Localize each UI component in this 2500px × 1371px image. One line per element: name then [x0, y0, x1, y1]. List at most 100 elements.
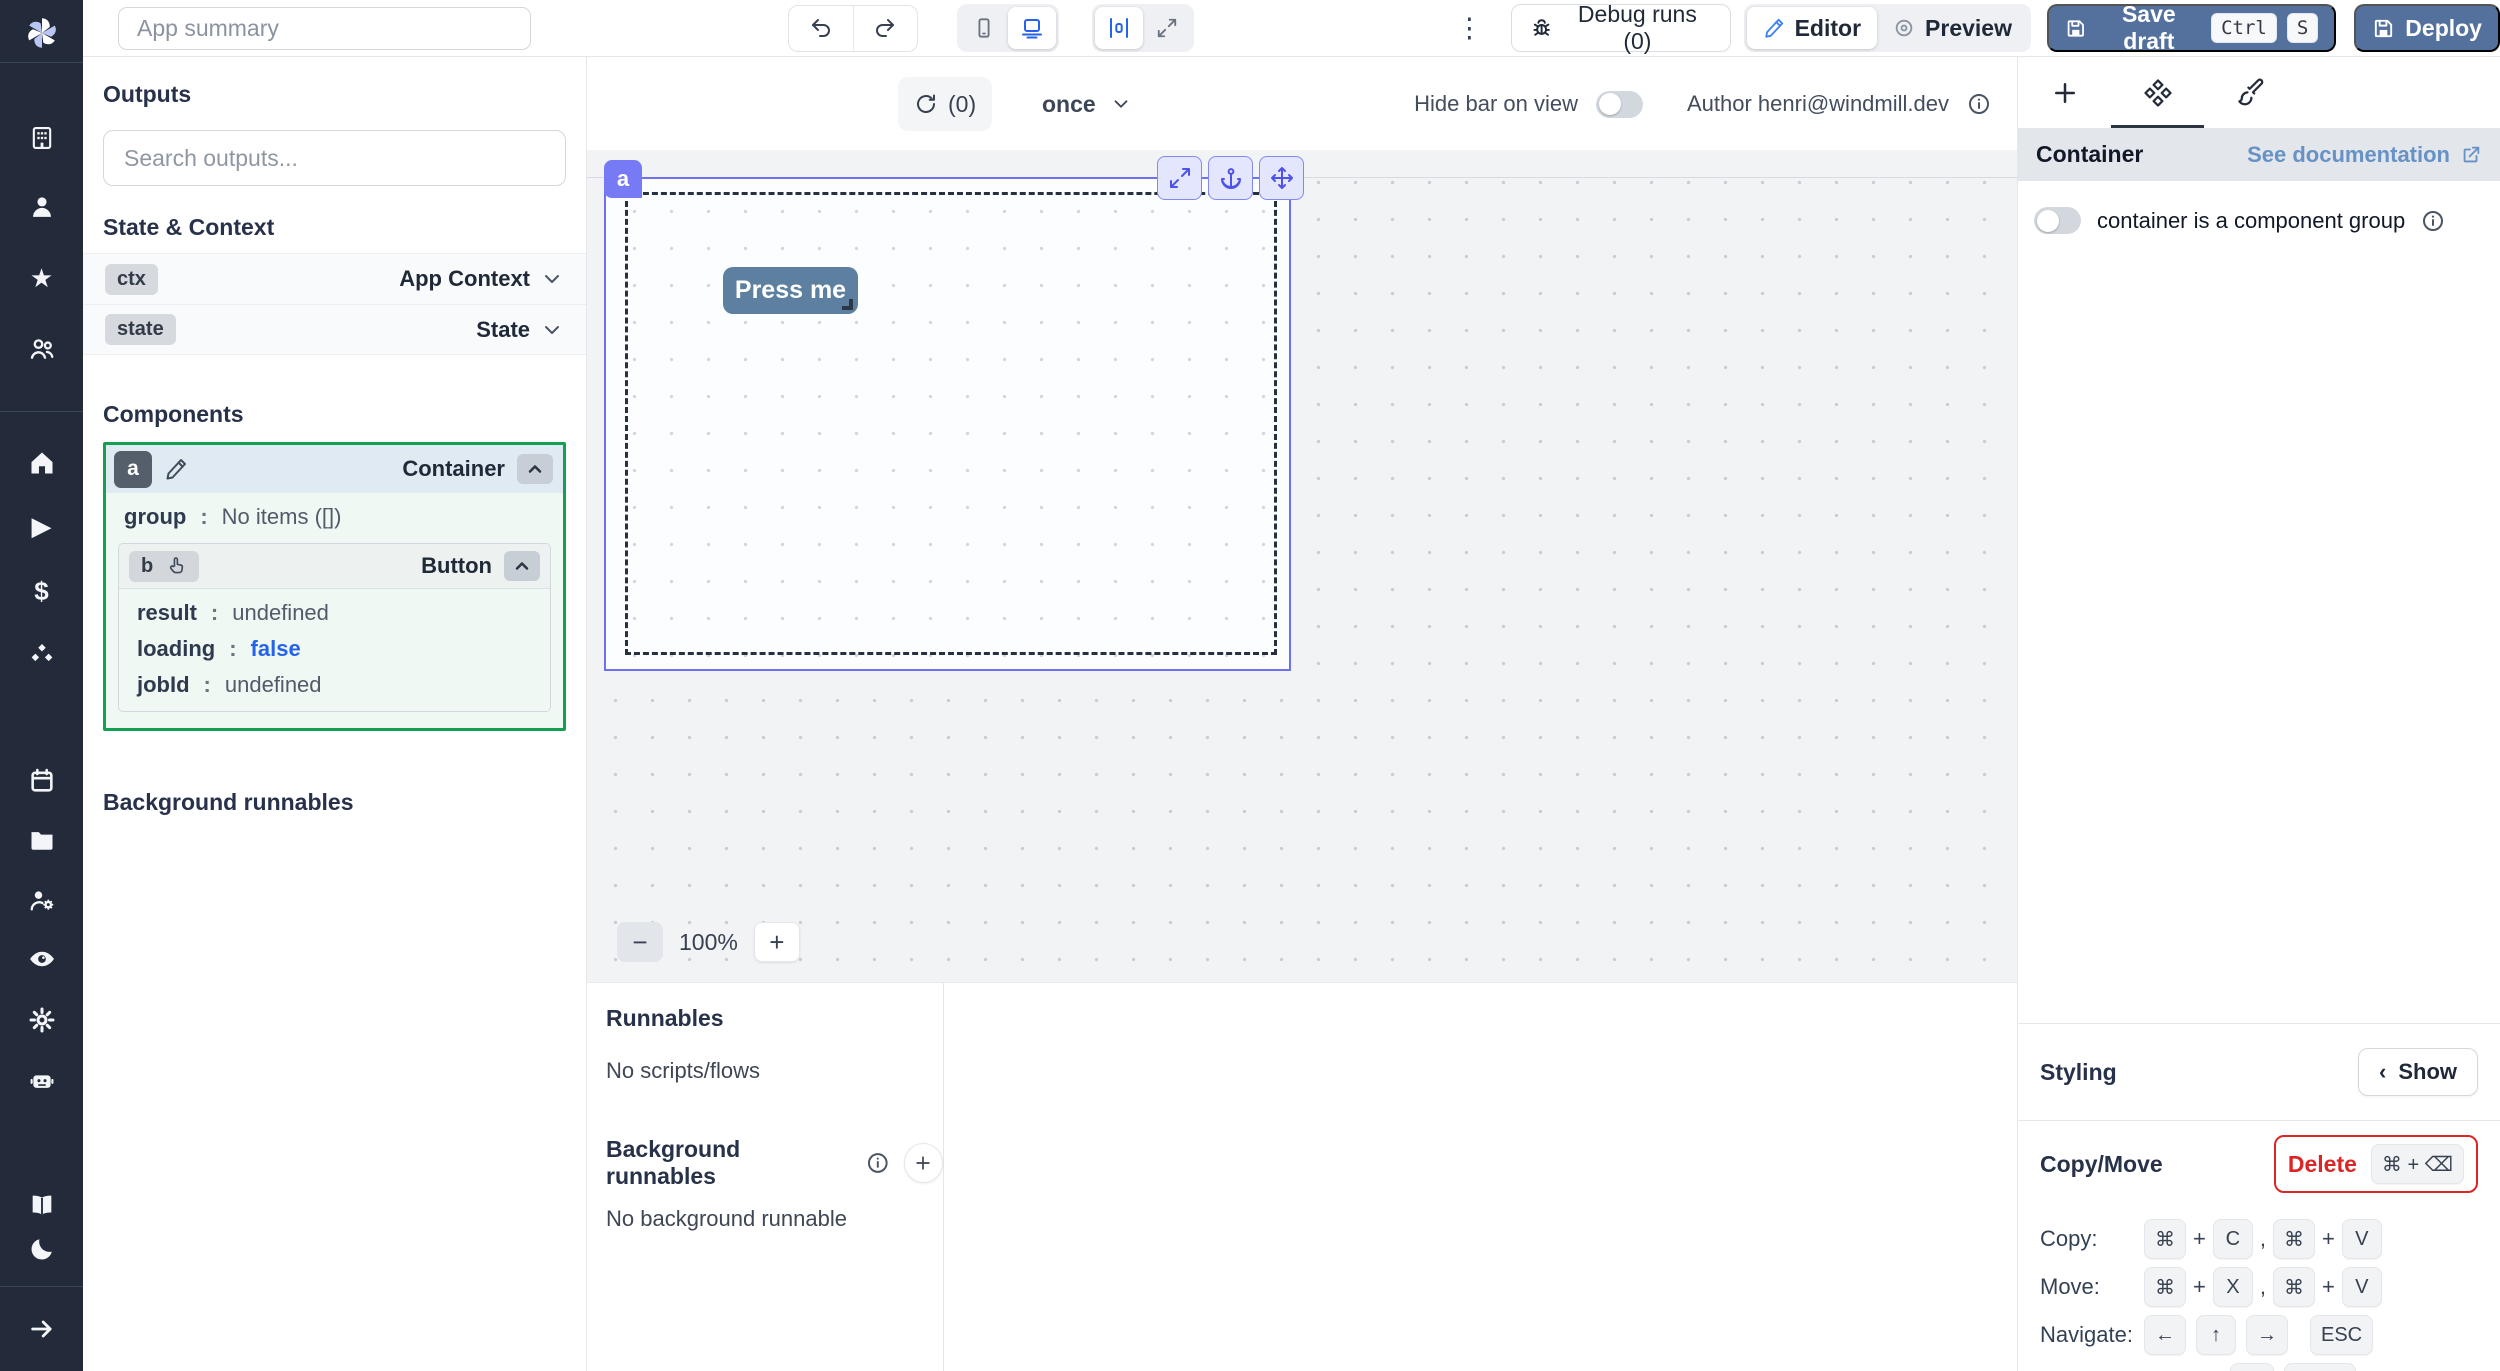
resources-cubes-icon[interactable]	[28, 641, 56, 669]
tab-editor[interactable]: Editor	[1747, 7, 1877, 49]
chevron-down-icon[interactable]	[540, 267, 564, 291]
canvas-grid[interactable]: a Press me − 100% +	[587, 150, 2017, 982]
tab-styling[interactable]	[2204, 57, 2297, 128]
info-icon[interactable]	[2421, 209, 2445, 233]
favorites-star-icon[interactable]: ★	[28, 264, 56, 292]
zoom-level: 100%	[679, 929, 738, 956]
redo-button[interactable]	[853, 6, 917, 51]
move-component-button[interactable]	[1259, 156, 1304, 200]
user-icon[interactable]	[28, 193, 56, 221]
prop-jobid[interactable]: jobId:undefined	[119, 667, 550, 703]
anchor-component-button[interactable]	[1208, 156, 1253, 200]
info-icon[interactable]	[1967, 92, 1991, 116]
state-row[interactable]: state State	[83, 304, 586, 355]
ai-robot-icon[interactable]	[28, 1066, 56, 1094]
container-component-header[interactable]: a Container	[106, 445, 563, 493]
windmill-logo-icon[interactable]	[21, 12, 63, 54]
workers-users-gear-icon[interactable]	[28, 886, 56, 914]
add-background-runnable-button[interactable]	[904, 1143, 943, 1183]
component-type-title: Container	[2036, 141, 2143, 168]
chevron-down-icon[interactable]	[540, 318, 564, 342]
ctx-label: App Context	[399, 266, 530, 292]
expand-component-button[interactable]	[1157, 156, 1202, 200]
esc-key: ESC	[2310, 1315, 2373, 1355]
refresh-all-button[interactable]: (0)	[898, 77, 992, 131]
schedules-calendar-icon[interactable]	[28, 767, 56, 795]
prop-result[interactable]: result:undefined	[119, 595, 550, 631]
container-group-prop[interactable]: group : No items ([])	[106, 493, 563, 541]
tab-preview[interactable]: Preview	[1877, 7, 2028, 49]
container-drop-zone[interactable]	[625, 192, 1277, 655]
state-badge: state	[105, 314, 176, 345]
debug-runs-button[interactable]: Debug runs (0)	[1511, 4, 1731, 52]
see-documentation-link[interactable]: See documentation	[2247, 142, 2482, 168]
navigate-shortcut-row: Navigate: ← ↑ → ESC	[2040, 1315, 2478, 1355]
prop-loading[interactable]: loading:false	[119, 631, 550, 667]
hide-bar-toggle[interactable]	[1596, 91, 1643, 118]
audit-eye-icon[interactable]	[28, 945, 56, 973]
show-styling-button[interactable]: ‹ Show	[2358, 1048, 2478, 1096]
no-background-label: No background runnable	[606, 1206, 943, 1232]
partial-key	[2230, 1363, 2274, 1371]
tab-component-settings[interactable]	[2111, 57, 2204, 128]
variables-dollar-icon[interactable]: $	[28, 577, 56, 605]
delete-component-button[interactable]: Delete ⌘ + ⌫	[2274, 1135, 2478, 1193]
windmill-app-editor: ★ ▶ $	[0, 0, 2500, 1371]
container-component-a[interactable]: a Press me	[604, 177, 1291, 671]
external-link-icon	[2460, 144, 2482, 166]
save-draft-button[interactable]: Save draft Ctrl S	[2047, 4, 2336, 52]
mobile-view-button[interactable]	[960, 7, 1008, 49]
home-icon[interactable]	[28, 449, 56, 477]
collapse-button[interactable]	[504, 551, 540, 581]
arrow-right-key: →	[2246, 1315, 2288, 1355]
preview-eye-icon	[1893, 17, 1915, 39]
button-component-header[interactable]: b Button	[119, 544, 550, 589]
runs-play-icon[interactable]: ▶	[28, 512, 56, 540]
copy-move-section: Copy/Move Delete ⌘ + ⌫ Copy: ⌘ + C , ⌘ +…	[2018, 1121, 2500, 1355]
component-controls	[1157, 156, 1304, 200]
workspace-building-icon[interactable]	[28, 124, 56, 152]
component-group-toggle[interactable]	[2034, 207, 2081, 234]
press-me-button[interactable]: Press me	[723, 267, 858, 314]
ctx-row[interactable]: ctx App Context	[83, 253, 586, 304]
copy-shortcut-row: Copy: ⌘ + C , ⌘ + V	[2040, 1219, 2478, 1259]
zoom-in-button[interactable]: +	[754, 922, 800, 962]
groups-users-icon[interactable]	[28, 335, 56, 363]
partial-key	[2284, 1363, 2356, 1371]
schedule-mode-dropdown[interactable]: once	[1042, 77, 1132, 131]
main-sidebar: ★ ▶ $	[0, 0, 83, 1371]
sidebar-divider	[0, 411, 83, 412]
docs-book-icon[interactable]	[28, 1191, 56, 1219]
expand-icon	[1168, 166, 1192, 190]
chevron-left-icon: ‹	[2379, 1059, 2386, 1085]
canvas-toolbar-right: Hide bar on view Author henri@windmill.d…	[1414, 77, 1991, 131]
fullscreen-layout-button[interactable]	[1143, 7, 1191, 49]
folders-icon[interactable]	[28, 826, 56, 854]
deploy-button[interactable]: Deploy	[2354, 4, 2500, 52]
state-context-rows: ctx App Context state State	[83, 253, 586, 355]
panel-bottom-sections: Styling ‹ Show Copy/Move Delete ⌘ + ⌫ Co…	[2018, 1023, 2500, 1363]
dark-mode-moon-icon[interactable]	[28, 1235, 56, 1263]
styling-title: Styling	[2040, 1059, 2117, 1086]
zoom-out-button[interactable]: −	[617, 922, 663, 962]
app-summary-input[interactable]	[118, 7, 531, 50]
editor-preview-toggle: Editor Preview	[1744, 4, 2031, 52]
v-key: V	[2342, 1267, 2382, 1307]
settings-gear-icon[interactable]	[28, 1006, 56, 1034]
kebab-menu-icon[interactable]: ⋮	[1456, 15, 1483, 42]
rename-pencil-icon[interactable]	[164, 457, 188, 481]
no-scripts-label: No scripts/flows	[606, 1058, 943, 1084]
button-output-props: result:undefined loading:false jobId:und…	[119, 589, 550, 711]
tab-insert-component[interactable]	[2018, 57, 2111, 128]
info-icon[interactable]	[866, 1151, 890, 1175]
hand-pointer-icon	[165, 555, 187, 577]
search-outputs-input[interactable]	[103, 130, 566, 186]
resize-handle[interactable]	[842, 299, 853, 310]
collapse-arrow-right-icon[interactable]	[28, 1315, 56, 1343]
desktop-view-button[interactable]	[1008, 7, 1056, 49]
undo-button[interactable]	[789, 6, 853, 51]
collapse-button[interactable]	[517, 454, 553, 484]
component-type-label: Button	[421, 553, 492, 579]
center-layout-button[interactable]	[1095, 7, 1143, 49]
delete-shortcut-key: ⌘ + ⌫	[2371, 1144, 2464, 1184]
